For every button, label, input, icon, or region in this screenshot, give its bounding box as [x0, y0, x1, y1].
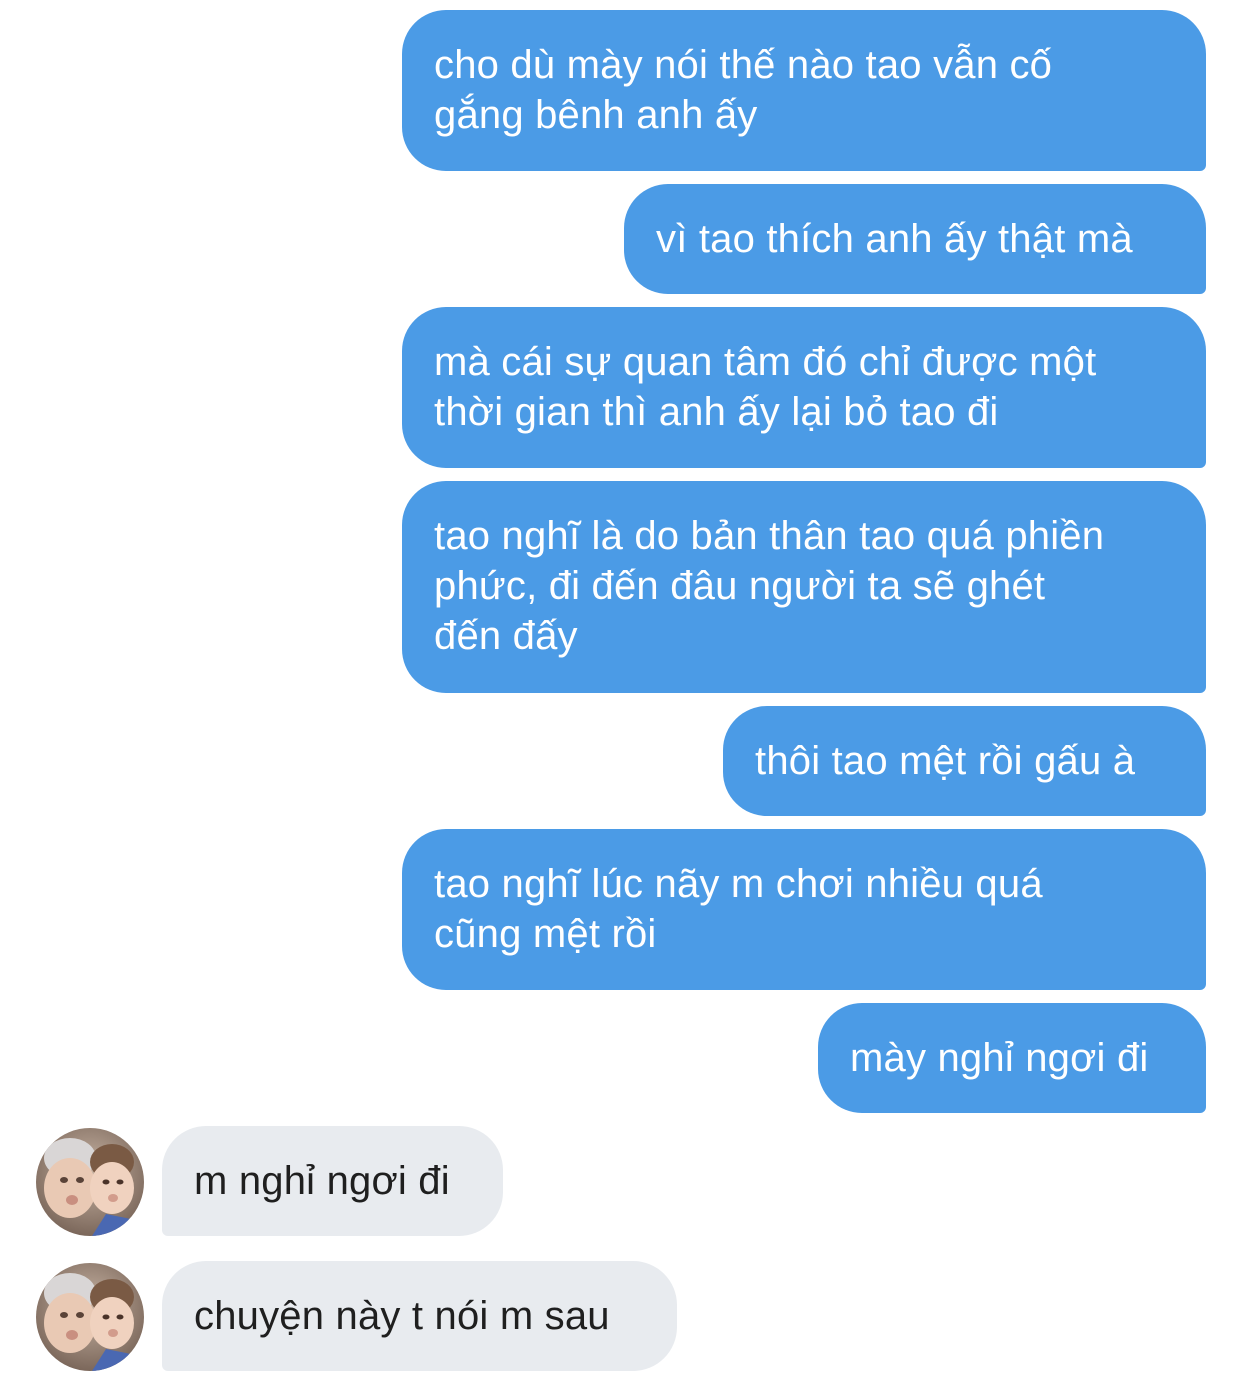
contact-avatar-icon[interactable] [36, 1263, 144, 1371]
incoming-message-2[interactable]: chuyện này t nói m sau [162, 1261, 677, 1371]
avatar-photo-icon [36, 1128, 144, 1236]
outgoing-message-1[interactable]: cho dù mày nói thế nào tao vẫn cố gắng b… [402, 10, 1206, 171]
outgoing-message-4[interactable]: tao nghĩ là do bản thân tao quá phiền ph… [402, 481, 1206, 693]
incoming-message-1[interactable]: m nghỉ ngơi đi [162, 1126, 503, 1236]
avatar-photo-icon [36, 1263, 144, 1371]
contact-avatar-icon[interactable] [36, 1128, 144, 1236]
outgoing-message-5[interactable]: thôi tao mệt rồi gấu à [723, 706, 1206, 816]
outgoing-message-7[interactable]: mày nghỉ ngơi đi [818, 1003, 1206, 1113]
outgoing-message-6[interactable]: tao nghĩ lúc nãy m chơi nhiều quá cũng m… [402, 829, 1206, 990]
outgoing-message-2[interactable]: vì tao thích anh ấy thật mà [624, 184, 1206, 294]
outgoing-message-3[interactable]: mà cái sự quan tâm đó chỉ được một thời … [402, 307, 1206, 468]
